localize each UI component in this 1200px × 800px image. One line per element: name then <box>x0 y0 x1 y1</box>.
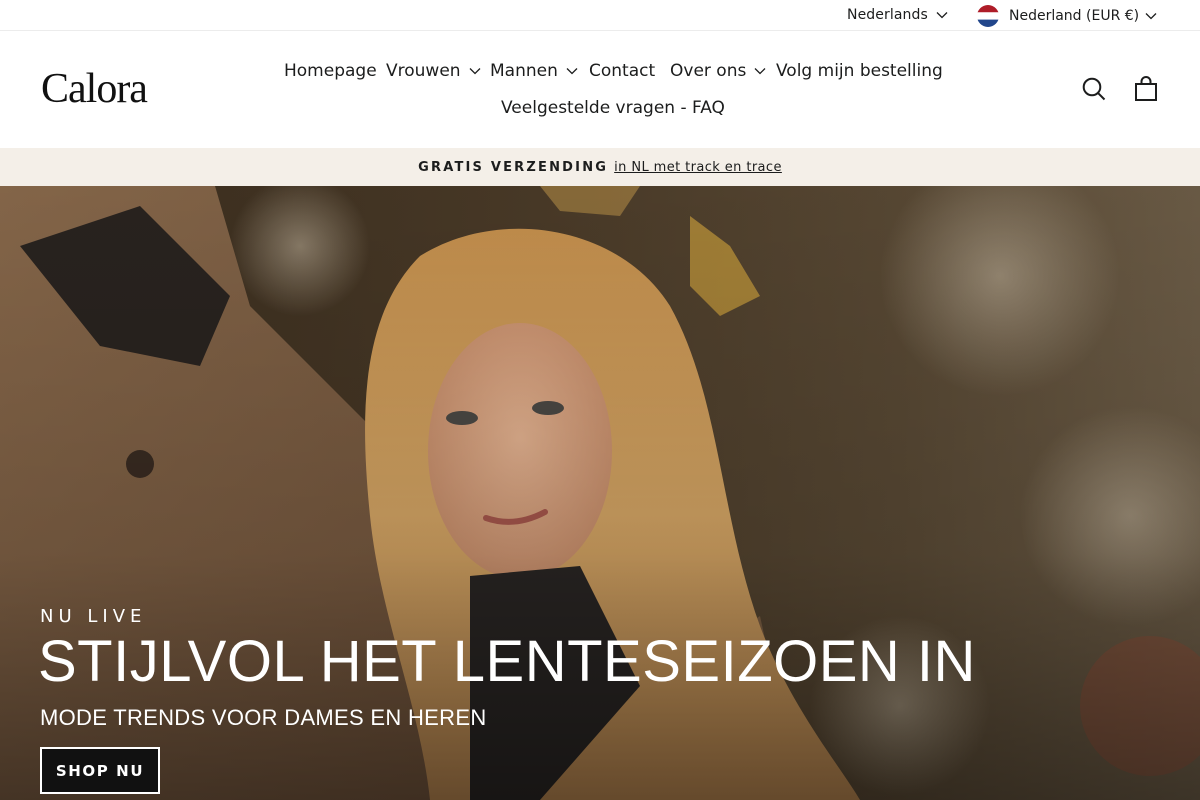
nav-label: Over ons <box>670 61 747 81</box>
nav-item-volg-mijn-bestelling[interactable]: Volg mijn bestelling <box>776 61 943 81</box>
language-label: Nederlands <box>847 7 928 23</box>
nav-item-mannen[interactable]: Mannen <box>490 61 578 81</box>
announcement-bar: GRATIS VERZENDING in NL met track en tra… <box>0 148 1200 186</box>
announcement-highlight: GRATIS VERZENDING <box>418 159 609 175</box>
nav-item-over-ons[interactable]: Over ons <box>670 61 766 81</box>
chevron-down-icon <box>936 12 948 19</box>
language-selector[interactable]: Nederlands <box>847 7 948 23</box>
hero-subtitle: MODE TRENDS VOOR DAMES EN HEREN <box>40 705 487 730</box>
cart-icon[interactable] <box>1133 76 1159 102</box>
country-selector[interactable]: Nederland (EUR €) <box>977 5 1157 27</box>
netherlands-flag-icon <box>977 5 999 27</box>
nav-label: Vrouwen <box>386 61 461 81</box>
nav-label: Volg mijn bestelling <box>776 61 943 81</box>
nav-item-homepage[interactable]: Homepage <box>284 61 377 81</box>
chevron-down-icon <box>1145 13 1157 20</box>
chevron-down-icon <box>566 68 578 75</box>
announcement-link[interactable]: in NL met track en trace <box>614 160 782 175</box>
shop-now-button[interactable]: SHOP NU <box>40 747 160 794</box>
nav-label: Mannen <box>490 61 558 81</box>
nav-item-faq[interactable]: Veelgestelde vragen - FAQ <box>501 98 725 118</box>
chevron-down-icon <box>469 68 481 75</box>
nav-label: Contact <box>589 61 656 81</box>
nav-item-contact[interactable]: Contact <box>589 61 655 81</box>
nav-label: Veelgestelde vragen - FAQ <box>501 98 725 118</box>
search-icon[interactable] <box>1081 76 1107 102</box>
chevron-down-icon <box>754 68 766 75</box>
hero-banner: NU LIVE STIJLVOL HET LENTESEIZOEN IN MOD… <box>0 186 1200 800</box>
nav-item-vrouwen[interactable]: Vrouwen <box>386 61 481 81</box>
hero-eyebrow: NU LIVE <box>40 606 147 627</box>
nav-label: Homepage <box>284 61 377 81</box>
main-navigation: Homepage Vrouwen Mannen Contact Over ons… <box>0 31 1200 148</box>
site-header: Calora Homepage Vrouwen Mannen Contact O… <box>0 31 1200 148</box>
hero-title: STIJLVOL HET LENTESEIZOEN IN <box>38 629 976 694</box>
country-label: Nederland (EUR €) <box>1009 8 1140 24</box>
utility-bar: Nederlands Nederland (EUR €) <box>0 0 1200 31</box>
